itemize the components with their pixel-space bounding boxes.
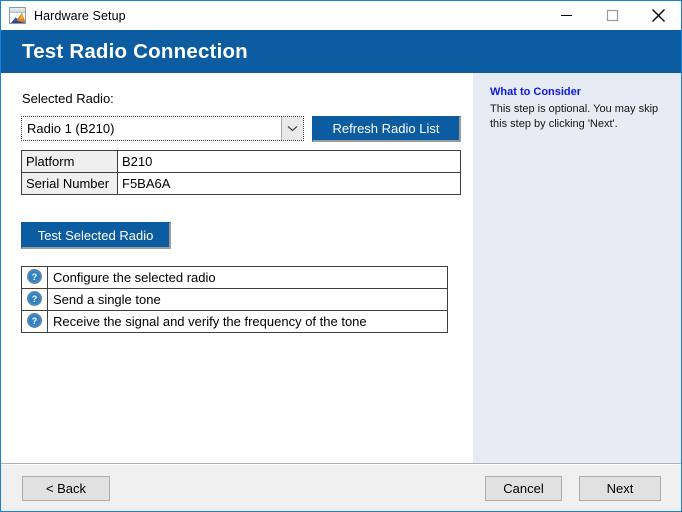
next-button[interactable]: Next (579, 476, 661, 501)
step-label: Send a single tone (47, 288, 448, 311)
what-to-consider-panel: What to Consider This step is optional. … (473, 73, 681, 463)
maximize-button[interactable] (589, 1, 635, 30)
selected-radio-value: Radio 1 (B210) (27, 121, 115, 136)
chevron-down-icon[interactable] (281, 117, 303, 140)
info-value: B210 (117, 150, 461, 173)
maximize-icon (606, 9, 618, 22)
table-row: Serial Number F5BA6A (21, 172, 461, 195)
selected-radio-label: Selected Radio: (22, 91, 114, 106)
table-row: Platform B210 (21, 150, 461, 173)
list-item: ? Configure the selected radio (21, 266, 448, 289)
step-icon-cell[interactable]: ? (21, 288, 48, 311)
info-key: Platform (21, 150, 118, 173)
step-icon-cell[interactable]: ? (21, 310, 48, 333)
page-title: Test Radio Connection (22, 39, 248, 63)
window-title: Hardware Setup (34, 8, 126, 23)
help-icon[interactable]: ? (27, 312, 42, 331)
matlab-icon (9, 7, 26, 24)
window-controls (543, 1, 681, 30)
info-key: Serial Number (21, 172, 118, 195)
svg-text:?: ? (32, 294, 38, 304)
list-item: ? Send a single tone (21, 288, 448, 311)
minimize-icon (560, 15, 572, 16)
footer-bar: < Back Cancel Next (1, 464, 681, 511)
help-icon[interactable]: ? (27, 268, 42, 287)
step-label: Receive the signal and verify the freque… (47, 310, 448, 333)
hardware-setup-window: Hardware Setup Test Radio Connection Sel… (0, 0, 682, 512)
step-icon-cell[interactable]: ? (21, 266, 48, 289)
radio-info-table: Platform B210 Serial Number F5BA6A (21, 150, 461, 195)
main-pane: Selected Radio: Radio 1 (B210) Refresh R… (1, 73, 473, 463)
minimize-button[interactable] (543, 1, 589, 30)
page-banner: Test Radio Connection (1, 30, 681, 73)
svg-text:?: ? (32, 316, 38, 326)
what-to-consider-heading: What to Consider (490, 86, 582, 98)
info-value: F5BA6A (117, 172, 461, 195)
selected-radio-dropdown[interactable]: Radio 1 (B210) (21, 116, 304, 141)
refresh-radio-list-button[interactable]: Refresh Radio List (312, 116, 461, 142)
help-icon[interactable]: ? (27, 290, 42, 309)
test-selected-radio-button[interactable]: Test Selected Radio (21, 222, 171, 249)
back-button[interactable]: < Back (22, 476, 110, 501)
test-steps-table: ? Configure the selected radio ? Send a … (21, 266, 448, 333)
title-bar: Hardware Setup (1, 1, 681, 30)
cancel-button[interactable]: Cancel (485, 476, 562, 501)
step-label: Configure the selected radio (47, 266, 448, 289)
svg-text:?: ? (32, 272, 38, 282)
close-button[interactable] (635, 1, 681, 30)
what-to-consider-text: This step is optional. You may skip this… (490, 103, 659, 130)
body-area: Selected Radio: Radio 1 (B210) Refresh R… (1, 73, 681, 464)
close-icon (651, 9, 665, 22)
list-item: ? Receive the signal and verify the freq… (21, 310, 448, 333)
